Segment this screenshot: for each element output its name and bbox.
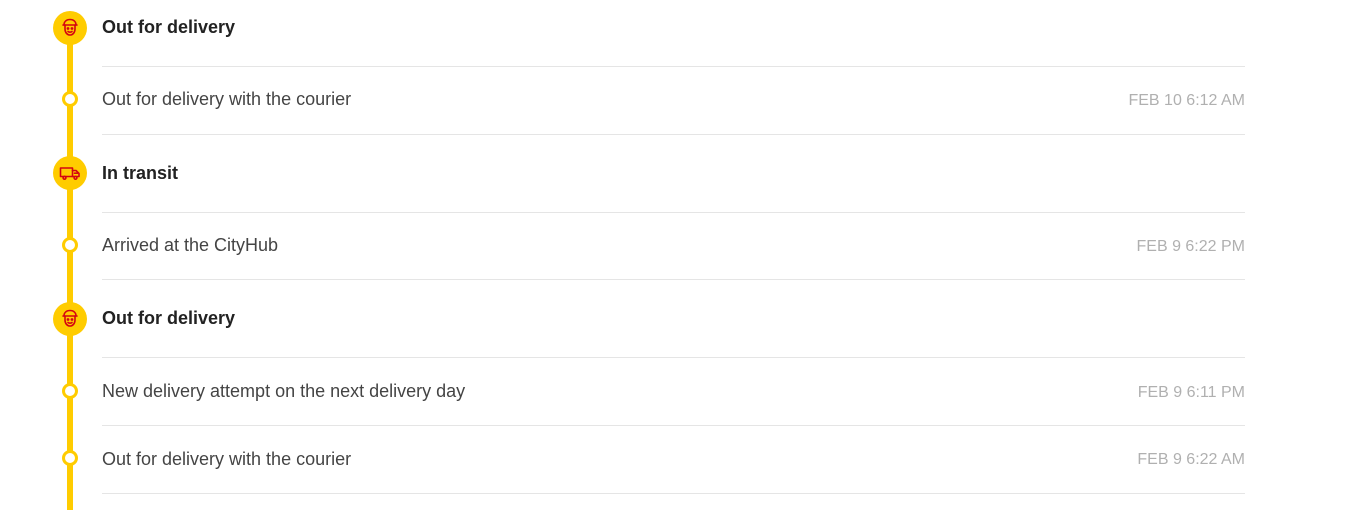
- event-dot: [62, 237, 78, 253]
- event-dot: [62, 91, 78, 107]
- event-time: FEB 9 6:22 AM: [1137, 451, 1245, 468]
- event-text: Out for delivery with the courier: [102, 89, 352, 109]
- divider: [102, 425, 1245, 426]
- event-time: FEB 10 6:12 AM: [1128, 92, 1245, 109]
- divider: [102, 357, 1245, 358]
- truck-icon: [53, 156, 87, 190]
- divider: [102, 66, 1245, 67]
- group-title: In transit: [102, 163, 179, 183]
- courier-icon: [53, 11, 87, 45]
- event-text: Out for delivery with the courier: [102, 449, 352, 469]
- divider: [102, 134, 1245, 135]
- courier-icon: [53, 302, 87, 336]
- tracking-timeline: Out for delivery Out for delivery with t…: [0, 0, 1346, 510]
- event-dot: [62, 450, 78, 466]
- divider: [102, 212, 1245, 213]
- divider: [102, 279, 1245, 280]
- event-time: FEB 9 6:11 PM: [1137, 384, 1245, 401]
- divider: [102, 493, 1245, 494]
- event-dot: [62, 383, 78, 399]
- group-title: Out for delivery: [102, 308, 236, 328]
- event-time: FEB 9 6:22 PM: [1136, 238, 1246, 255]
- event-text: Arrived at the CityHub: [102, 235, 279, 255]
- group-title: Out for delivery: [102, 17, 236, 37]
- event-text: New delivery attempt on the next deliver…: [102, 381, 466, 401]
